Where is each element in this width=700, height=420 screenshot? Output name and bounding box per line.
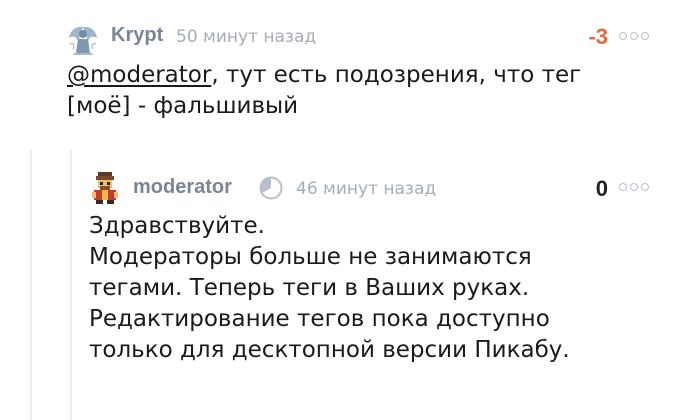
moderator-text-line-1: Здравствуйте. bbox=[89, 213, 265, 239]
moderator-mention-link[interactable]: @moderator bbox=[67, 62, 211, 88]
moderator-more-options-icon[interactable] bbox=[619, 183, 649, 191]
moderator-rating: 0 bbox=[595, 176, 608, 201]
moderator-text-line-4: Редактирование тегов пока доступно bbox=[89, 306, 550, 332]
moderator-text-line-2: Модераторы больше не занимаются bbox=[89, 244, 532, 270]
krypt-avatar[interactable] bbox=[66, 22, 100, 56]
krypt-more-options-icon[interactable] bbox=[619, 32, 649, 40]
moderator-text-line-3: тегами. Теперь теги в Ваших руках. bbox=[89, 275, 530, 301]
thread-line-inner bbox=[70, 150, 72, 420]
krypt-text-line-1: , тут есть подозрения, что тег bbox=[211, 62, 582, 88]
krypt-text-line-2: [моё] - фальшивый bbox=[67, 93, 299, 119]
moderator-comment-text: Здравствуйте. Модераторы больше не заним… bbox=[89, 211, 570, 366]
krypt-author-name[interactable]: Krypt bbox=[111, 24, 163, 47]
moderator-text-line-5: только для десктопной версии Пикабу. bbox=[89, 337, 570, 363]
moderator-author-name[interactable]: moderator bbox=[133, 176, 232, 199]
krypt-timestamp: 50 минут назад bbox=[176, 27, 317, 47]
moderator-avatar[interactable] bbox=[88, 170, 122, 204]
krypt-comment-text: @moderator, тут есть подозрения, что тег… bbox=[67, 60, 581, 122]
moderator-timestamp: 46 минут назад bbox=[296, 179, 437, 199]
pixel-character-avatar-icon bbox=[88, 170, 122, 204]
winged-figure-avatar-icon bbox=[66, 22, 100, 56]
krypt-rating: -3 bbox=[588, 24, 608, 49]
thread-line-outer bbox=[30, 150, 32, 420]
pie-chart-icon bbox=[258, 175, 284, 201]
